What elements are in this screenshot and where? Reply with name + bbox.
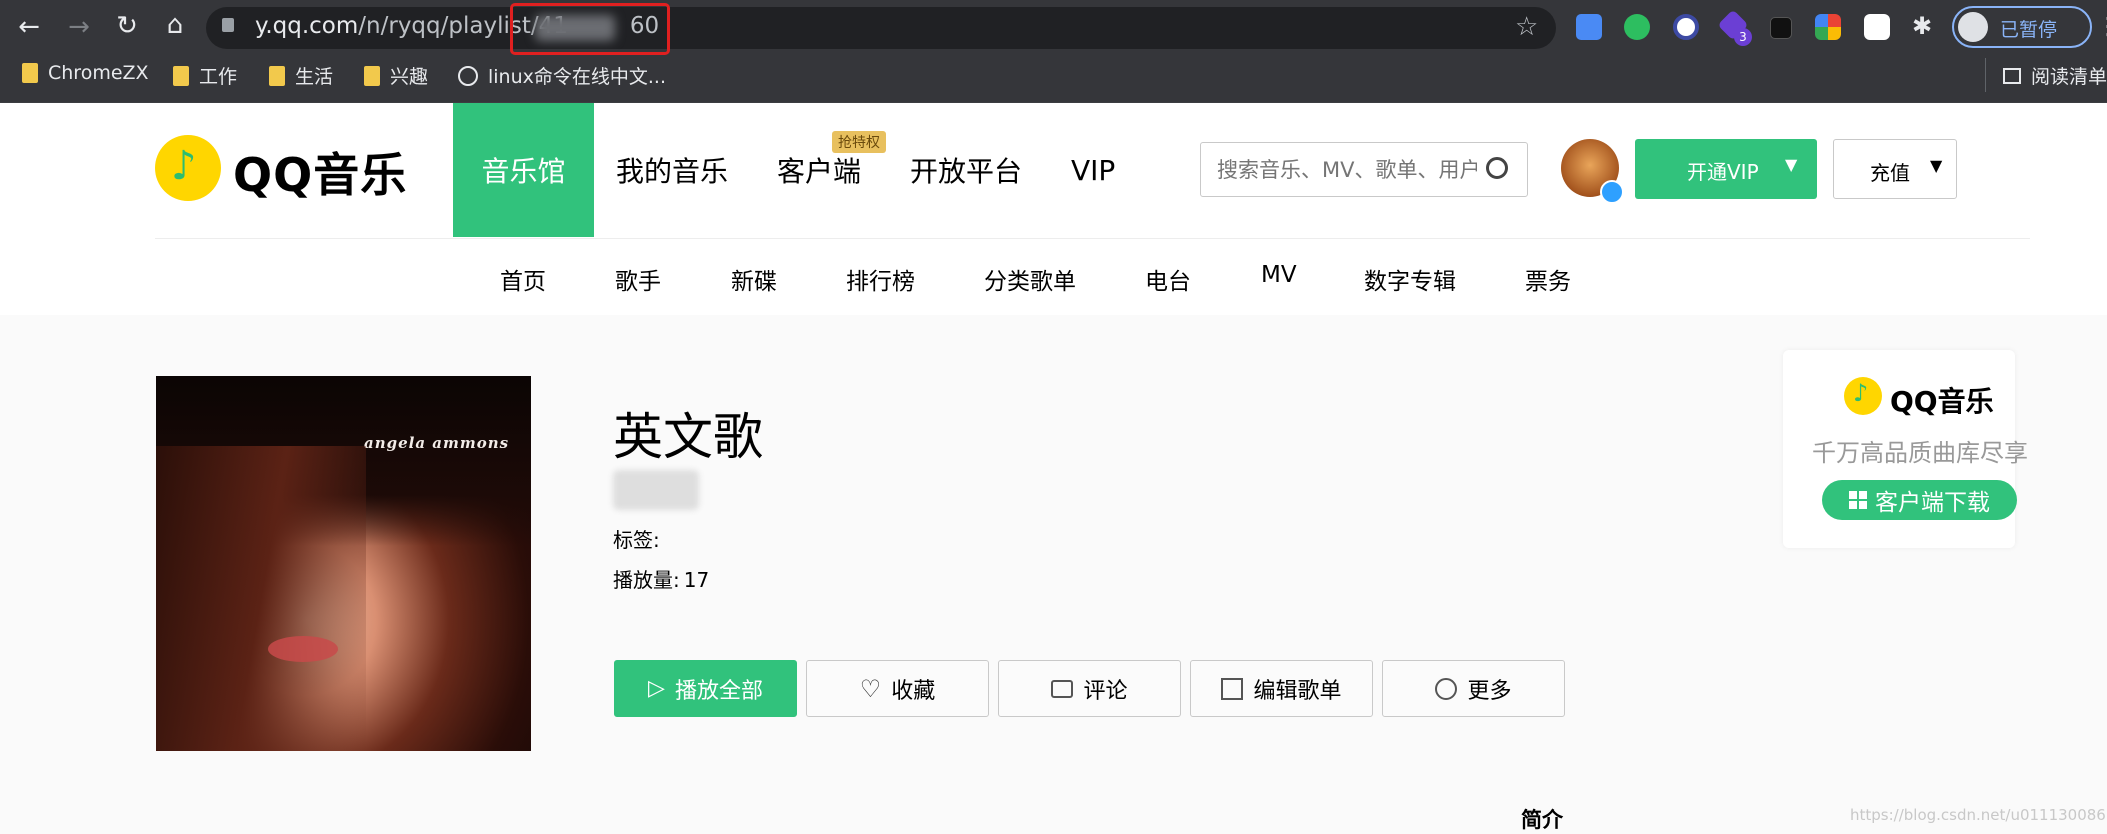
more-button[interactable]: 更多 bbox=[1382, 660, 1565, 717]
favorite-button[interactable]: ♡ 收藏 bbox=[806, 660, 989, 717]
caret-down-icon[interactable]: ▼ bbox=[1785, 155, 1797, 174]
s-extension-icon[interactable] bbox=[1815, 14, 1841, 40]
play-icon: ▷ bbox=[648, 676, 665, 701]
edit-playlist-button[interactable]: 编辑歌单 bbox=[1190, 660, 1373, 717]
open-vip-button[interactable]: 开通VIP ▼ bbox=[1635, 139, 1817, 199]
bookmark-star-icon[interactable]: ☆ bbox=[1515, 12, 1538, 42]
playlist-title: 英文歌 bbox=[613, 408, 763, 466]
more-icon bbox=[1435, 677, 1458, 700]
evernote-extension-icon[interactable] bbox=[1624, 14, 1650, 40]
promo-logo-text: QQ音乐 bbox=[1890, 385, 1994, 418]
profile-paused-label: 已暂停 bbox=[2000, 19, 2058, 41]
header-divider bbox=[155, 238, 2030, 239]
folder-icon bbox=[364, 65, 380, 86]
search-input[interactable] bbox=[1200, 142, 1528, 197]
cover-artist-text: angela ammons bbox=[364, 434, 510, 452]
music-note-icon: ♪ bbox=[171, 143, 197, 189]
forward-icon[interactable]: → bbox=[62, 14, 96, 40]
subnav-tickets[interactable]: 票务 bbox=[1525, 262, 1571, 296]
menu-icon[interactable]: ⋮ bbox=[2096, 12, 2107, 40]
url-highlight-box bbox=[510, 3, 670, 55]
subnav-mv[interactable]: MV bbox=[1261, 262, 1297, 288]
privilege-badge: 抢特权 bbox=[832, 131, 886, 153]
back-icon[interactable]: ← bbox=[12, 14, 46, 40]
comment-icon bbox=[1051, 679, 1074, 698]
intro-heading: 简介 bbox=[1521, 808, 1563, 832]
bookmarks-divider bbox=[1985, 58, 1986, 92]
edit-icon bbox=[1221, 677, 1244, 700]
tab-vip[interactable]: VIP bbox=[1071, 103, 1115, 237]
subnav-singers[interactable]: 歌手 bbox=[615, 262, 661, 296]
tab-my-music[interactable]: 我的音乐 bbox=[616, 103, 728, 237]
client-download-button[interactable]: 客户端下载 bbox=[1822, 480, 2017, 520]
lock-icon bbox=[222, 18, 234, 32]
reading-list[interactable]: 阅读清单 bbox=[2003, 62, 2107, 89]
bookmark-linux[interactable]: linux命令在线中文... bbox=[458, 62, 666, 89]
reload-icon[interactable]: ↻ bbox=[110, 13, 144, 39]
tab-client[interactable]: 客户端 bbox=[777, 103, 861, 237]
watermark-text: https://blog.csdn.net/u011130086 bbox=[1850, 806, 2106, 824]
tab-open-platform[interactable]: 开放平台 bbox=[910, 103, 1022, 237]
glasses-extension-icon[interactable] bbox=[1864, 14, 1890, 40]
windows-icon bbox=[1849, 491, 1867, 509]
folder-icon bbox=[22, 63, 38, 83]
promo-slogan: 千万高品质曲库尽享 bbox=[1812, 439, 2028, 467]
puzzle-extensions-icon[interactable]: ✱ bbox=[1912, 12, 1932, 40]
play-all-button[interactable]: ▷ 播放全部 bbox=[614, 660, 797, 717]
cover-lips bbox=[268, 636, 338, 662]
qq-penguin-icon bbox=[1600, 180, 1624, 204]
comment-button[interactable]: 评论 bbox=[998, 660, 1181, 717]
bookmark-work[interactable]: 工作 bbox=[173, 62, 237, 89]
logo-text: QQ音乐 bbox=[233, 148, 408, 202]
bookmark-chromezx[interactable]: ChromeZX bbox=[22, 62, 149, 84]
heart-icon: ♡ bbox=[859, 674, 882, 703]
tags-label: 标签: bbox=[613, 528, 660, 552]
subnav-new-albums[interactable]: 新碟 bbox=[731, 262, 777, 296]
subnav-digital-albums[interactable]: 数字专辑 bbox=[1364, 262, 1456, 296]
promo-note-icon: ♪ bbox=[1853, 379, 1869, 407]
search-icon[interactable] bbox=[1486, 157, 1508, 179]
recharge-button[interactable]: 充值 ▼ bbox=[1833, 139, 1957, 199]
h-extension-icon[interactable] bbox=[1770, 17, 1792, 39]
subnav-radio[interactable]: 电台 bbox=[1145, 262, 1191, 296]
translate-extension-icon[interactable] bbox=[1576, 14, 1602, 40]
creator-redacted-blur bbox=[613, 470, 699, 510]
folder-icon bbox=[173, 65, 189, 86]
cover-hair bbox=[156, 446, 366, 751]
qq-music-logo[interactable]: ♪ QQ音乐 bbox=[155, 135, 415, 207]
globe-icon bbox=[458, 65, 478, 86]
subnav-category-playlists[interactable]: 分类歌单 bbox=[984, 262, 1076, 296]
reading-list-icon bbox=[2003, 67, 2021, 84]
caret-down-icon[interactable]: ▼ bbox=[1930, 156, 1942, 175]
privacy-extension-icon[interactable] bbox=[1673, 14, 1699, 40]
tab-music-hall[interactable]: 音乐馆 bbox=[453, 103, 594, 237]
bookmark-life[interactable]: 生活 bbox=[269, 62, 333, 89]
folder-icon bbox=[269, 65, 285, 86]
play-count: 播放量: 17 bbox=[613, 568, 710, 592]
avatar-icon bbox=[1958, 12, 1988, 42]
subnav-charts[interactable]: 排行榜 bbox=[846, 262, 915, 296]
playlist-cover[interactable]: angela ammons bbox=[156, 376, 531, 751]
bookmark-interest[interactable]: 兴趣 bbox=[364, 62, 428, 89]
home-icon[interactable]: ⌂ bbox=[158, 12, 192, 38]
extension-badge: 3 bbox=[1734, 28, 1752, 46]
subnav-home[interactable]: 首页 bbox=[500, 262, 546, 296]
